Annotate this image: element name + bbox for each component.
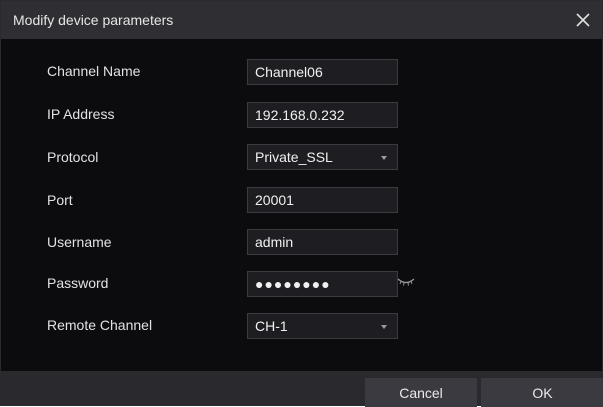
dialog-titlebar: Modify device parameters bbox=[1, 1, 602, 39]
port-label: Port bbox=[47, 192, 73, 208]
chevron-down-icon bbox=[381, 156, 387, 160]
password-input[interactable]: ●●●●●●●● bbox=[247, 271, 398, 297]
remote-channel-selected-value: CH-1 bbox=[255, 318, 288, 334]
password-visibility-toggle[interactable] bbox=[397, 274, 415, 286]
remote-channel-label: Remote Channel bbox=[47, 317, 153, 333]
channel-name-input[interactable] bbox=[247, 59, 398, 85]
password-masked-value: ●●●●●●●● bbox=[255, 276, 331, 292]
port-input[interactable] bbox=[247, 187, 398, 213]
password-label: Password bbox=[47, 275, 109, 291]
ip-address-label: IP Address bbox=[47, 106, 115, 122]
channel-name-label: Channel Name bbox=[47, 63, 141, 79]
cancel-button[interactable]: Cancel bbox=[365, 378, 477, 407]
remote-channel-select[interactable]: CH-1 bbox=[247, 313, 398, 339]
protocol-label: Protocol bbox=[47, 149, 99, 165]
chevron-down-icon bbox=[381, 325, 387, 329]
ip-address-input[interactable] bbox=[247, 102, 398, 128]
eye-closed-icon bbox=[397, 278, 415, 286]
protocol-selected-value: Private_SSL bbox=[255, 149, 333, 165]
ok-button[interactable]: OK bbox=[481, 378, 603, 407]
close-icon bbox=[576, 13, 590, 27]
modify-device-dialog: Modify device parameters Channel Name IP… bbox=[0, 0, 603, 407]
dialog-title: Modify device parameters bbox=[13, 12, 174, 28]
close-button[interactable] bbox=[570, 7, 596, 33]
username-input[interactable] bbox=[247, 229, 398, 255]
username-label: Username bbox=[47, 234, 112, 250]
protocol-select[interactable]: Private_SSL bbox=[247, 144, 398, 170]
